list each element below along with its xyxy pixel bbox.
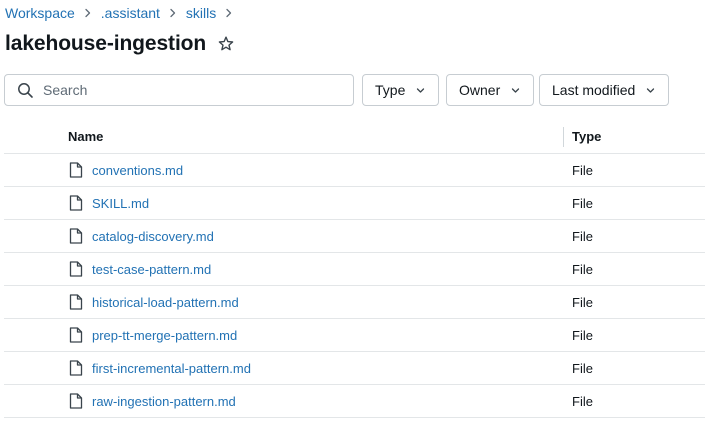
table-row[interactable]: catalog-discovery.md File bbox=[4, 220, 705, 253]
chevron-right-icon bbox=[168, 8, 178, 18]
table-row[interactable]: prep-tt-merge-pattern.md File bbox=[4, 319, 705, 352]
breadcrumb-assistant[interactable]: .assistant bbox=[101, 5, 160, 21]
chevron-right-icon bbox=[83, 8, 93, 18]
type-filter-label: Type bbox=[375, 82, 406, 98]
owner-filter-dropdown[interactable]: Owner bbox=[446, 74, 535, 106]
file-icon bbox=[69, 294, 83, 310]
table-row[interactable]: test-case-pattern.md File bbox=[4, 253, 705, 286]
file-name-link[interactable]: catalog-discovery.md bbox=[92, 229, 214, 244]
file-type: File bbox=[572, 262, 593, 277]
page-title: lakehouse-ingestion bbox=[5, 32, 207, 55]
search-input[interactable] bbox=[43, 82, 333, 98]
table-row[interactable]: first-incremental-pattern.md File bbox=[4, 352, 705, 385]
column-header-type[interactable]: Type bbox=[572, 129, 601, 144]
table-body: conventions.md File SKILL.md File catalog-di… bbox=[4, 154, 705, 418]
file-name-link[interactable]: raw-ingestion-pattern.md bbox=[92, 394, 236, 409]
title-row: lakehouse-ingestion bbox=[5, 30, 235, 58]
file-type: File bbox=[572, 328, 593, 343]
star-icon[interactable] bbox=[217, 35, 235, 53]
chevron-down-icon bbox=[415, 85, 426, 96]
chevron-down-icon bbox=[510, 85, 521, 96]
type-filter-dropdown[interactable]: Type bbox=[362, 74, 440, 106]
file-type: File bbox=[572, 163, 593, 178]
table-row[interactable]: historical-load-pattern.md File bbox=[4, 286, 705, 319]
file-name-link[interactable]: first-incremental-pattern.md bbox=[92, 361, 251, 376]
chevron-down-icon bbox=[645, 85, 656, 96]
file-icon bbox=[69, 162, 83, 178]
chevron-right-icon bbox=[224, 8, 234, 18]
file-name-link[interactable]: test-case-pattern.md bbox=[92, 262, 211, 277]
table-row[interactable]: SKILL.md File bbox=[4, 187, 705, 220]
file-type: File bbox=[572, 196, 593, 211]
file-name-link[interactable]: SKILL.md bbox=[92, 196, 149, 211]
column-resize-handle[interactable] bbox=[563, 127, 564, 147]
search-icon bbox=[17, 82, 34, 99]
file-icon bbox=[69, 228, 83, 244]
breadcrumb-skills[interactable]: skills bbox=[186, 5, 216, 21]
file-type: File bbox=[572, 361, 593, 376]
file-name-link[interactable]: conventions.md bbox=[92, 163, 183, 178]
file-icon bbox=[69, 261, 83, 277]
column-header-name[interactable]: Name bbox=[68, 129, 103, 144]
last-modified-filter-label: Last modified bbox=[552, 82, 636, 98]
file-icon bbox=[69, 327, 83, 343]
owner-filter-label: Owner bbox=[459, 82, 501, 98]
file-icon bbox=[69, 360, 83, 376]
table-header: Name Type bbox=[4, 120, 705, 154]
breadcrumb-workspace[interactable]: Workspace bbox=[5, 5, 75, 21]
file-name-link[interactable]: historical-load-pattern.md bbox=[92, 295, 239, 310]
breadcrumb: Workspace .assistant skills bbox=[5, 4, 242, 22]
file-type: File bbox=[572, 394, 593, 409]
file-icon bbox=[69, 195, 83, 211]
table-row[interactable]: conventions.md File bbox=[4, 154, 705, 187]
search-box bbox=[4, 74, 354, 106]
file-table: Name Type conventions.md File SKILL.md File… bbox=[4, 120, 705, 418]
file-name-link[interactable]: prep-tt-merge-pattern.md bbox=[92, 328, 237, 343]
table-row[interactable]: raw-ingestion-pattern.md File bbox=[4, 385, 705, 418]
last-modified-filter-dropdown[interactable]: Last modified bbox=[539, 74, 670, 106]
file-type: File bbox=[572, 229, 593, 244]
file-type: File bbox=[572, 295, 593, 310]
file-icon bbox=[69, 393, 83, 409]
